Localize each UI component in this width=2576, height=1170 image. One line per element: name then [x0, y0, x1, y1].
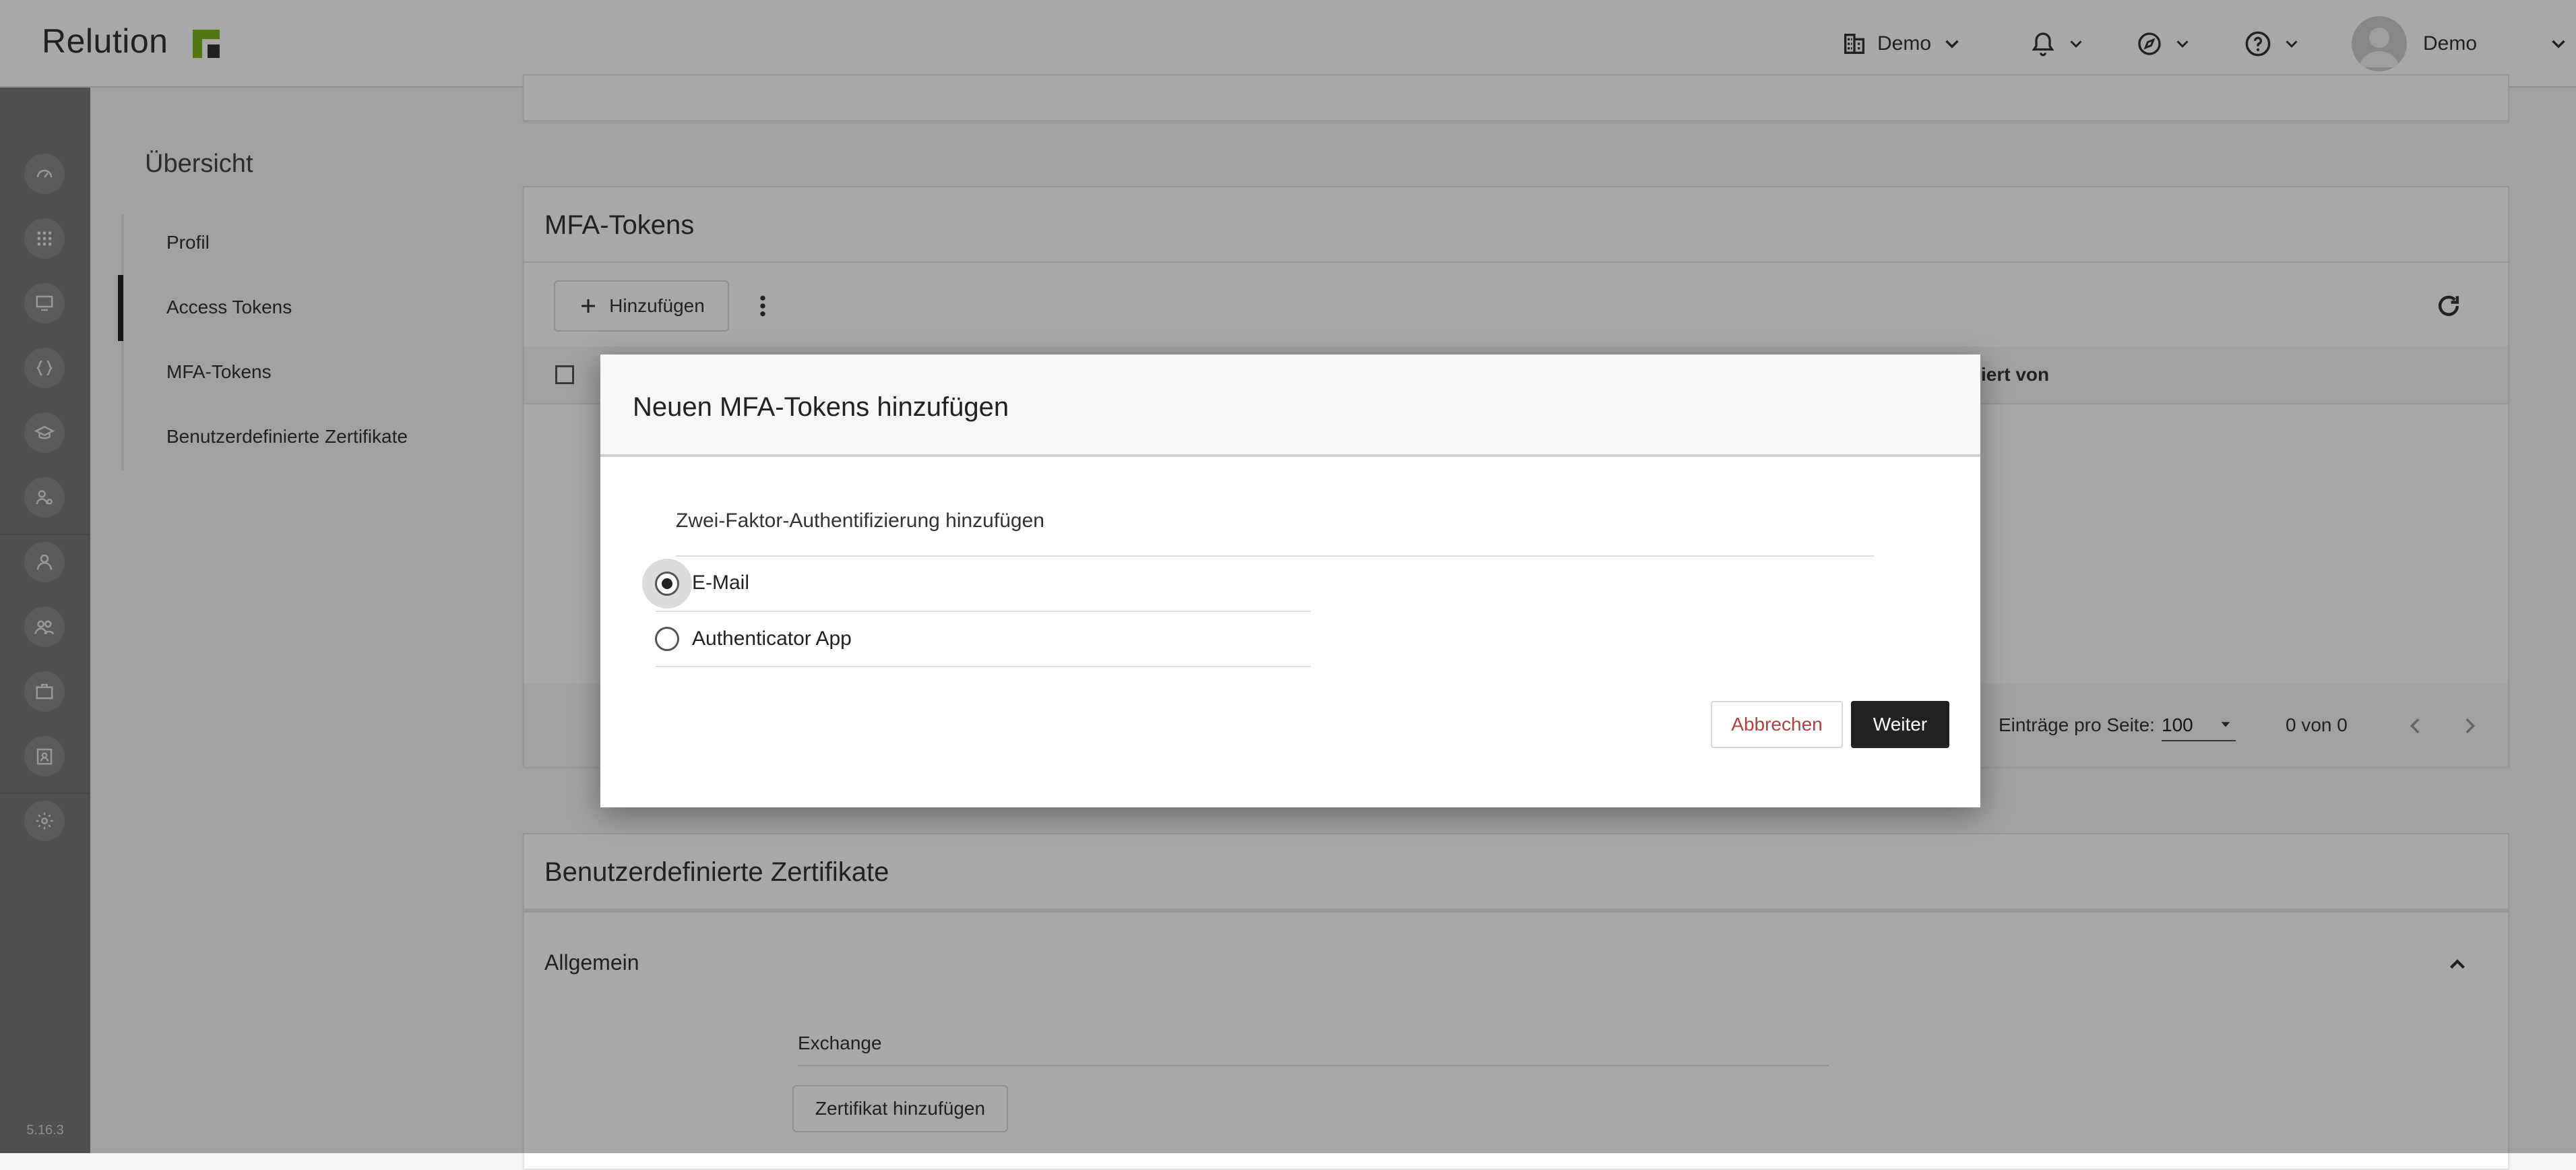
dialog-subtitle: Zwei-Faktor-Authentifizierung hinzufügen: [676, 510, 1044, 532]
radio-authenticator-app[interactable]: [655, 627, 679, 651]
dialog-title: Neuen MFA-Tokens hinzufügen: [633, 392, 1009, 422]
option-authenticator-app-label[interactable]: Authenticator App: [692, 627, 852, 650]
subtitle-divider: [676, 555, 1874, 557]
next-button[interactable]: Weiter: [1851, 701, 1949, 748]
radio-selected-dot: [662, 578, 672, 589]
option-divider: [656, 611, 1311, 612]
option-divider: [656, 666, 1311, 667]
add-mfa-token-dialog: Neuen MFA-Tokens hinzufügen Zwei-Faktor-…: [600, 355, 1980, 807]
radio-email[interactable]: [655, 572, 679, 596]
dialog-header: Neuen MFA-Tokens hinzufügen: [600, 355, 1980, 457]
cancel-button[interactable]: Abbrechen: [1711, 701, 1843, 748]
option-email-label[interactable]: E-Mail: [692, 572, 749, 594]
